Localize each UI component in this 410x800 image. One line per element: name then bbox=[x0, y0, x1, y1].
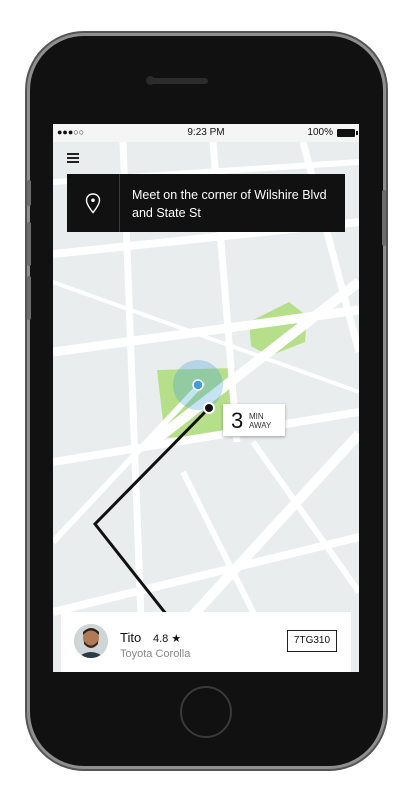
app-screen: ●●●○○ 9:23 PM 100% Meet on the corner of… bbox=[53, 124, 359, 672]
pickup-instruction: Meet on the corner of Wilshire Blvd and … bbox=[132, 188, 327, 220]
driver-rating: 4.8 ★ bbox=[153, 633, 182, 645]
volume-down-button bbox=[27, 276, 31, 320]
eta-badge: 3 MIN AWAY bbox=[223, 404, 285, 436]
battery-percentage: 100% bbox=[307, 127, 333, 138]
eta-minutes: 3 bbox=[231, 408, 244, 433]
vehicle-model: Toyota Corolla bbox=[120, 648, 191, 660]
power-button bbox=[382, 190, 386, 246]
pickup-location-dot bbox=[192, 379, 204, 391]
driver-card[interactable]: Tito 4.8 ★ Toyota Corolla 7TG310 bbox=[61, 612, 351, 672]
mute-switch bbox=[27, 180, 31, 206]
speaker-grille bbox=[150, 78, 208, 84]
driver-avatar[interactable] bbox=[74, 624, 108, 658]
pickup-banner: Meet on the corner of Wilshire Blvd and … bbox=[67, 174, 345, 232]
home-button[interactable] bbox=[180, 686, 232, 738]
driver-name: Tito bbox=[120, 630, 142, 645]
eta-unit-line2: AWAY bbox=[249, 421, 272, 430]
eta-unit-line1: MIN bbox=[249, 412, 264, 421]
status-bar: ●●●○○ 9:23 PM 100% bbox=[53, 124, 359, 142]
license-plate: 7TG310 bbox=[287, 630, 337, 652]
location-pin-icon bbox=[67, 174, 120, 232]
eta-unit: MIN AWAY bbox=[249, 412, 271, 430]
battery-icon bbox=[337, 129, 358, 137]
menu-icon[interactable] bbox=[67, 153, 79, 163]
volume-up-button bbox=[27, 222, 31, 266]
driver-position-marker bbox=[203, 402, 215, 414]
